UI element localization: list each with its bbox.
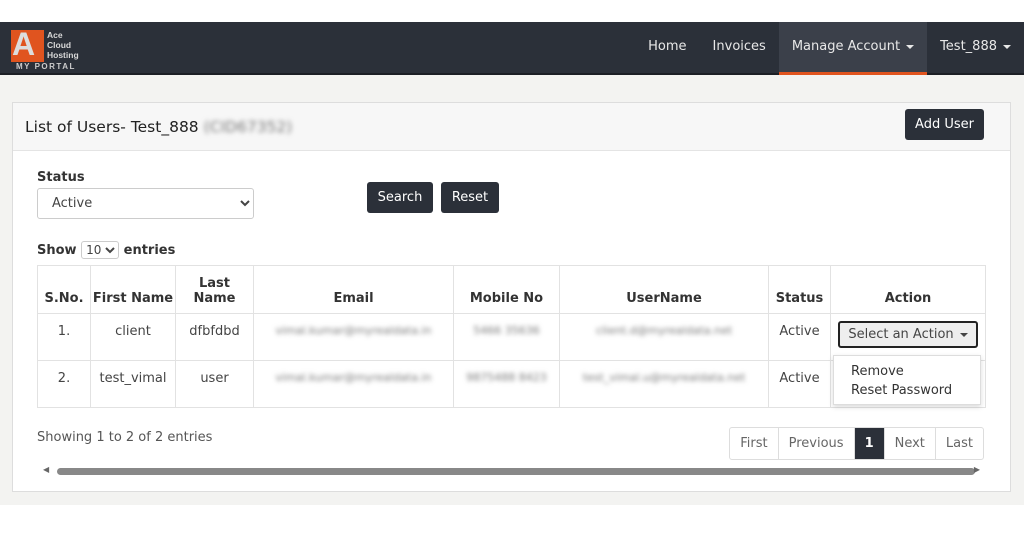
- logo-a-glyph: A: [12, 26, 36, 62]
- col-first-name[interactable]: First Name: [90, 265, 176, 314]
- page-current[interactable]: 1: [853, 428, 884, 459]
- status-label: Status: [37, 170, 85, 185]
- col-last-name[interactable]: Last Name: [175, 265, 254, 314]
- cell-email: vimal.kumar@myrealdata.in: [253, 360, 454, 408]
- page-last[interactable]: Last: [934, 428, 983, 459]
- panel-header: List of Users- Test_888 (CID67352) Add U…: [13, 103, 1010, 151]
- logo-portal: MY PORTAL: [16, 62, 76, 71]
- action-dropdown-menu: Remove Reset Password: [833, 355, 981, 405]
- entries-label: entries: [123, 243, 176, 258]
- page-length-control: Show 10 entries: [37, 241, 175, 259]
- scrollbar-thumb[interactable]: [57, 468, 975, 475]
- nav-manage-account-label: Manage Account: [791, 39, 901, 54]
- col-username[interactable]: UserName: [559, 265, 769, 314]
- col-status[interactable]: Status: [768, 265, 831, 314]
- cell-mobile: 5466 35636: [453, 313, 560, 361]
- cell-email: vimal.kumar@myrealdata.in: [253, 313, 454, 361]
- cell-last-name: user: [175, 360, 254, 408]
- users-panel: List of Users- Test_888 (CID67352) Add U…: [12, 102, 1011, 492]
- col-sno[interactable]: S.No.: [37, 265, 91, 314]
- cell-last-name: dfbfdbd: [175, 313, 254, 361]
- page-next[interactable]: Next: [883, 428, 935, 459]
- ace-cloud-hosting-logo[interactable]: A Ace Cloud Hosting MY PORTAL: [10, 26, 90, 72]
- page-length-select[interactable]: 10: [81, 241, 120, 259]
- reset-button[interactable]: Reset: [441, 182, 499, 213]
- pagination: First Previous 1 Next Last: [729, 427, 984, 460]
- menu-item-reset-password[interactable]: Reset Password: [851, 381, 963, 400]
- top-navbar: A Ace Cloud Hosting MY PORTAL Home Invoice…: [0, 22, 1024, 75]
- nav-user-menu[interactable]: Test_888: [927, 22, 1024, 75]
- nav-home-label: Home: [648, 39, 687, 54]
- cell-status: Active: [768, 360, 831, 408]
- table-row: 1. client dfbfdbd vimal.kumar@myrealdata…: [37, 313, 986, 361]
- table-header-row: S.No. First Name Last Name Email Mobile …: [37, 265, 986, 314]
- cell-sno: 2.: [37, 360, 91, 408]
- nav-user-label: Test_888: [940, 39, 997, 54]
- caret-down-icon: [959, 332, 968, 337]
- scroll-left-icon[interactable]: ◀: [43, 465, 49, 474]
- account-id: (CID67352): [203, 118, 293, 136]
- col-mobile[interactable]: Mobile No: [453, 265, 560, 314]
- cell-sno: 1.: [37, 313, 91, 361]
- select-action-button[interactable]: Select an Action: [838, 321, 978, 348]
- select-action-label: Select an Action: [848, 327, 954, 342]
- page-title: List of Users- Test_888 (CID67352): [25, 118, 292, 136]
- logo-text: Ace Cloud Hosting: [47, 30, 79, 60]
- cell-mobile: 9875488 8423: [453, 360, 560, 408]
- search-button[interactable]: Search: [367, 182, 433, 213]
- horizontal-scrollbar[interactable]: ◀ ▶: [37, 464, 986, 478]
- cell-action: Select an Action: [830, 313, 986, 361]
- menu-item-remove[interactable]: Remove: [851, 362, 963, 381]
- title-text: List of Users- Test_888: [25, 118, 199, 136]
- cell-first-name: test_vimal: [90, 360, 176, 408]
- nav-invoices[interactable]: Invoices: [700, 22, 779, 75]
- cell-username: client.d@myrealdata.net: [559, 313, 769, 361]
- nav-home[interactable]: Home: [635, 22, 699, 75]
- nav-invoices-label: Invoices: [712, 39, 766, 54]
- table-info: Showing 1 to 2 of 2 entries: [37, 430, 213, 445]
- cell-first-name: client: [90, 313, 176, 361]
- nav-manage-account[interactable]: Manage Account: [778, 22, 928, 75]
- page-first[interactable]: First: [730, 428, 777, 459]
- add-user-button[interactable]: Add User: [905, 109, 984, 140]
- scroll-right-icon[interactable]: ▶: [974, 465, 980, 474]
- page-previous[interactable]: Previous: [777, 428, 854, 459]
- caret-down-icon: [906, 44, 915, 49]
- show-label: Show: [37, 243, 77, 258]
- col-action: Action: [830, 265, 986, 314]
- col-email[interactable]: Email: [253, 265, 454, 314]
- status-select[interactable]: Active: [37, 188, 254, 219]
- caret-down-icon: [1003, 44, 1011, 49]
- cell-username: test_vimal.u@myrealdata.net: [559, 360, 769, 408]
- cell-status: Active: [768, 313, 831, 361]
